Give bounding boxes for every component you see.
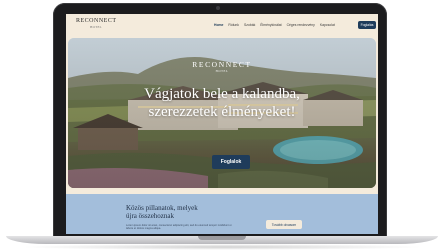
section-text: Lorem ipsum dolor sit amet, consectetur … (126, 224, 232, 231)
hero-book-button[interactable]: Foglalok (212, 155, 250, 169)
logo-text: RECONNECT (76, 18, 117, 24)
hero-title: Vágjatok bele a kalandba, szerezzetek él… (68, 85, 376, 121)
nav-item-home[interactable]: Home (214, 23, 223, 27)
book-button[interactable]: Foglalás (358, 21, 376, 29)
screen: RECONNECT HOTEL Home Rólunk Szobák Élmén… (66, 14, 378, 234)
hero-title-line-1: Vágjatok bele a kalandba, (144, 86, 300, 102)
main-nav: Home Rólunk Szobák Élménykínálat Céges r… (214, 23, 335, 27)
camera-icon (216, 6, 220, 10)
hero-section: RECONNECT HOTEL Vágjatok bele a kalandba… (68, 38, 376, 188)
nav-item-corporate-events[interactable]: Céges rendezvény (287, 23, 315, 27)
nav-item-experiences[interactable]: Élménykínálat (260, 23, 281, 27)
hero-brand-subtitle: HOTEL (215, 69, 229, 73)
read-more-button[interactable]: Tovább olvasom (266, 220, 302, 229)
laptop-notch (198, 236, 246, 240)
nav-item-rooms[interactable]: Szobák (244, 23, 255, 27)
hero-brand: RECONNECT (192, 60, 252, 69)
nav-item-about[interactable]: Rólunk (228, 23, 239, 27)
intro-section: Közös pillanatok, melyek újra összehozna… (66, 194, 378, 234)
hero-title-line-2: szerezzetek élményeket! (148, 104, 296, 120)
section-title-line-1: Közös pillanatok, melyek (126, 204, 198, 212)
section-title: Közös pillanatok, melyek újra összehozna… (126, 204, 236, 220)
laptop-shadow (20, 244, 424, 250)
nav-item-contact[interactable]: Kapcsolat (320, 23, 335, 27)
site-logo[interactable]: RECONNECT HOTEL (76, 18, 116, 29)
section-title-line-2: újra összehoznak (126, 212, 175, 220)
logo-subtext: HOTEL (90, 25, 102, 29)
site-header: RECONNECT HOTEL Home Rólunk Szobák Élmén… (66, 14, 378, 38)
